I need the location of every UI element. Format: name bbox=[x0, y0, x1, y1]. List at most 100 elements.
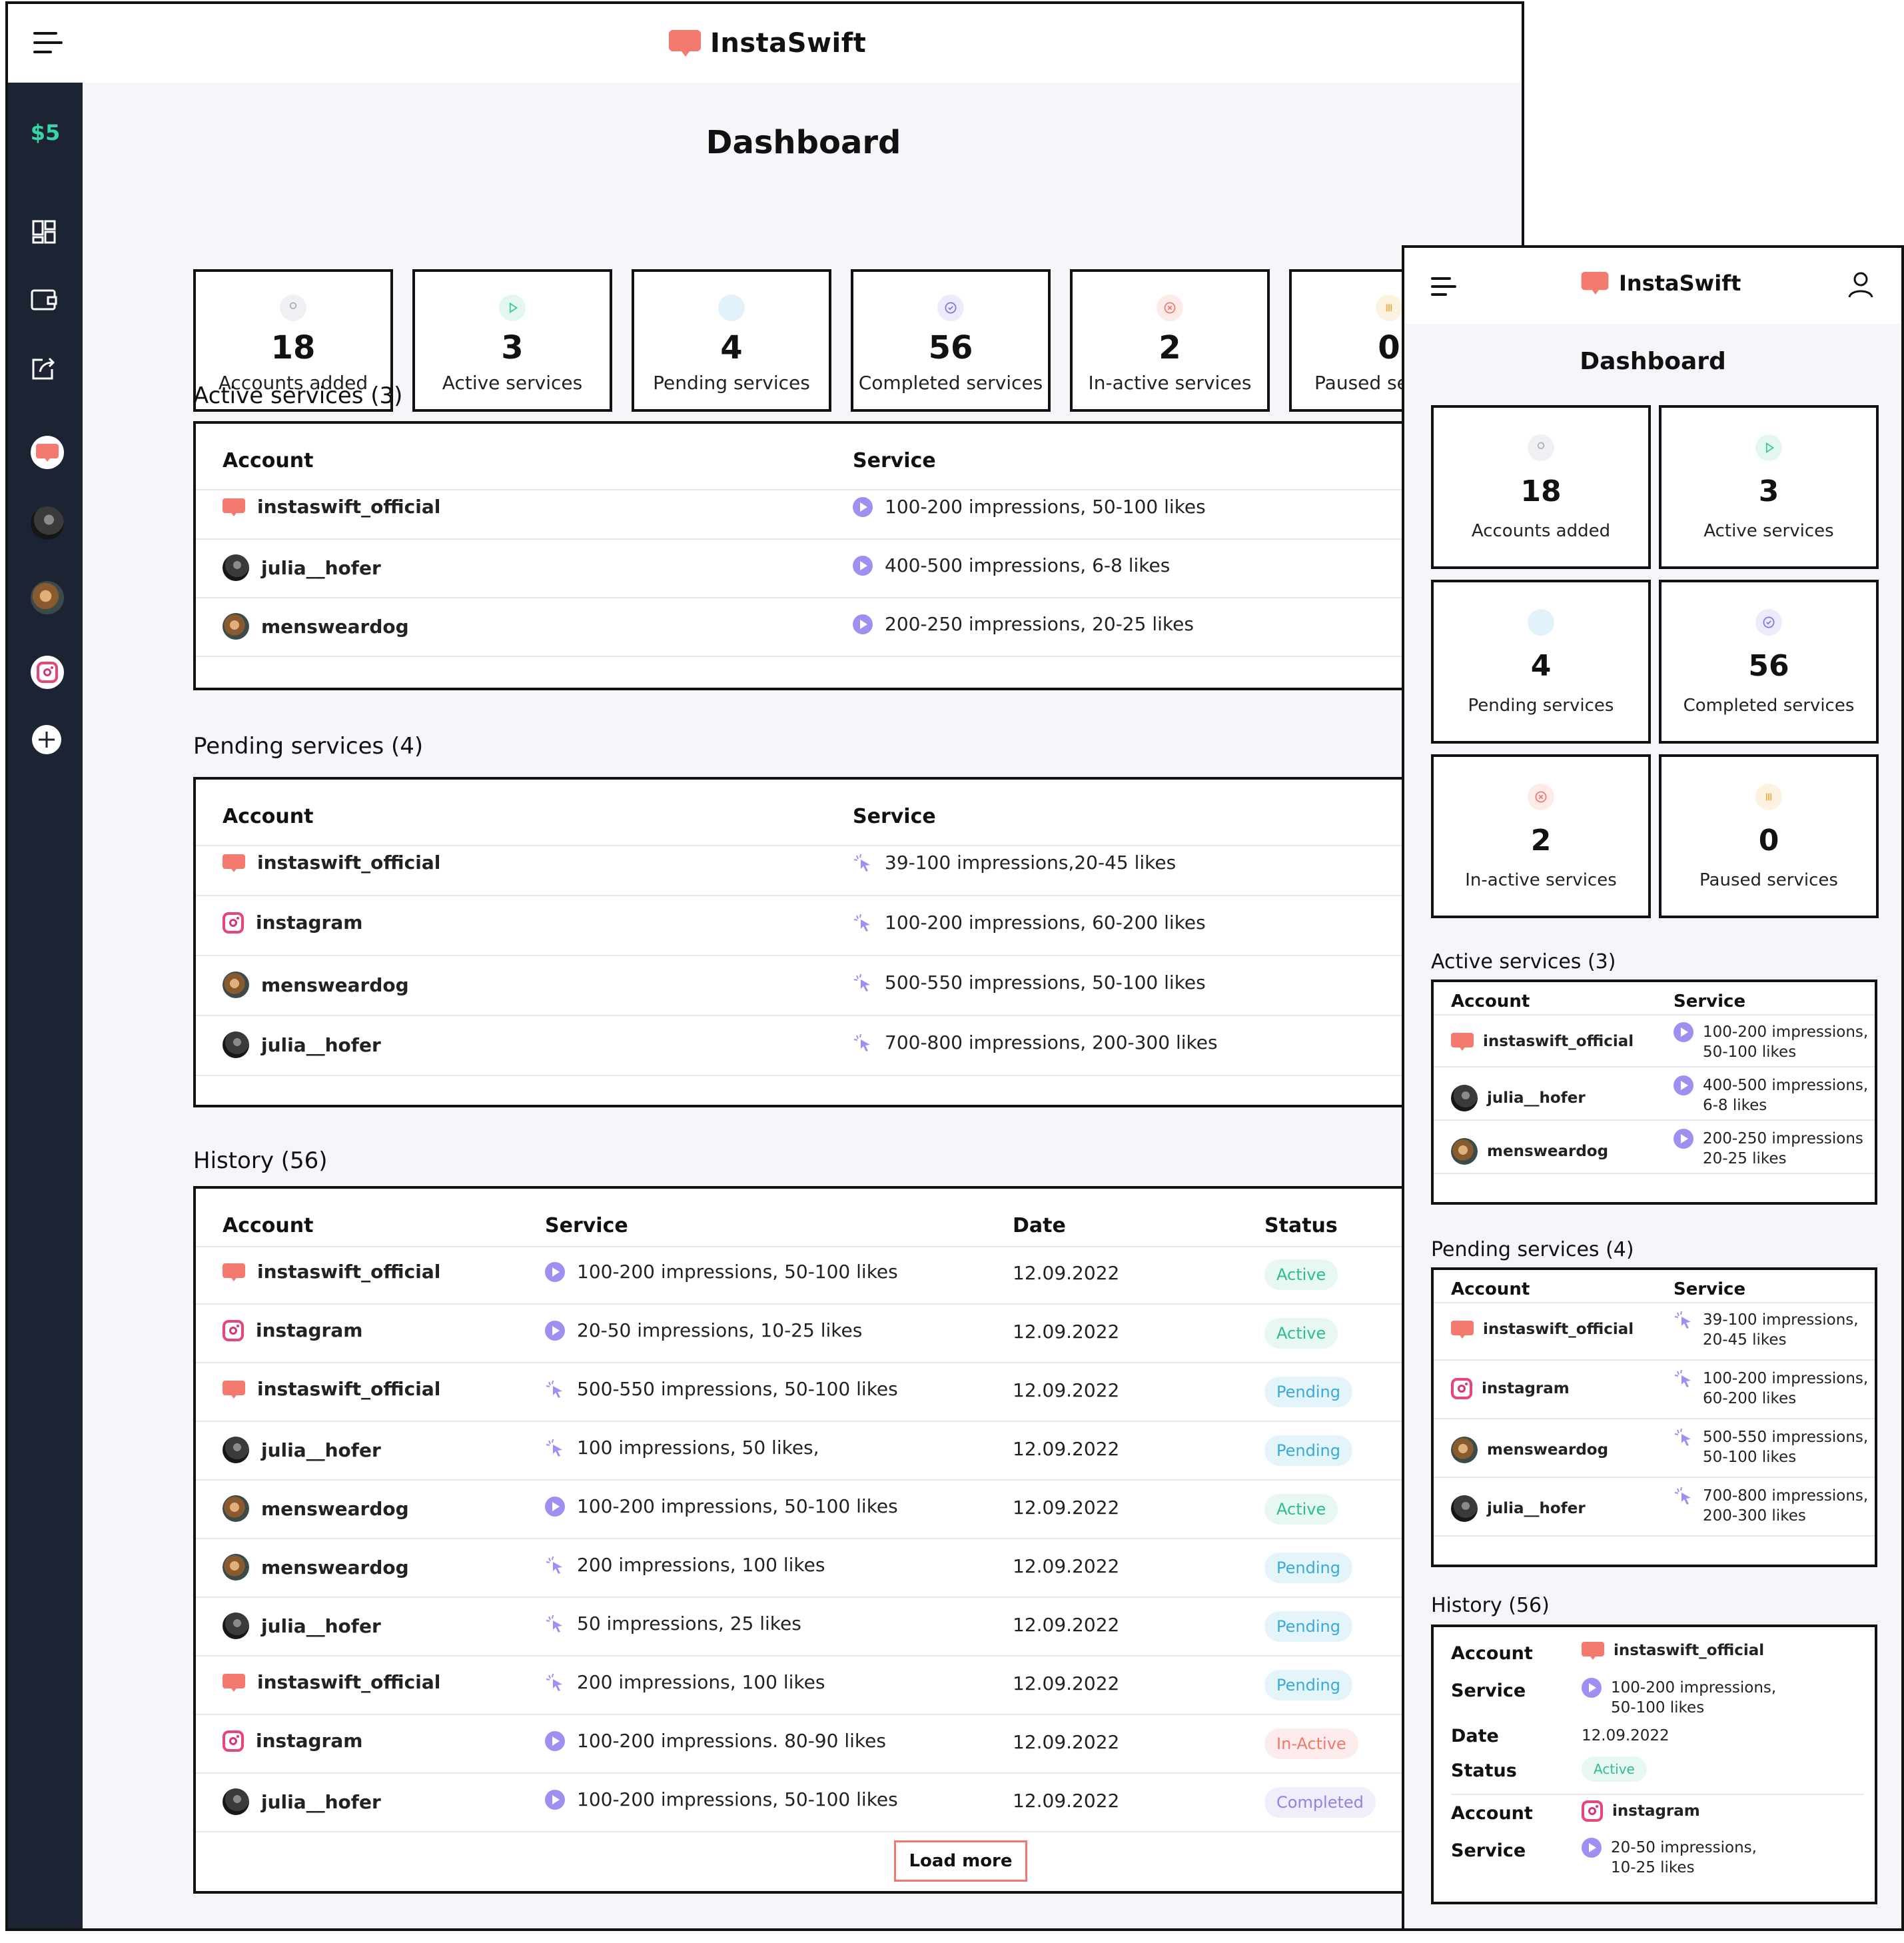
account-cell[interactable]: mensweardog bbox=[1451, 1138, 1608, 1165]
status-badge: Active bbox=[1264, 1259, 1338, 1290]
account-avatar-mensweardog[interactable] bbox=[31, 581, 64, 614]
account-name: mensweardog bbox=[1487, 1441, 1609, 1459]
play-circle-icon bbox=[1673, 1022, 1693, 1042]
service-text: 100-200 impressions, 50-100 likes bbox=[577, 1261, 898, 1283]
stat-card-active-services[interactable]: 3 Active services bbox=[412, 269, 612, 412]
service-cell: 100-200 impressions, 60-200 likes bbox=[853, 912, 1206, 934]
status-badge: Pending bbox=[1264, 1435, 1352, 1466]
account-avatar-julia[interactable] bbox=[31, 506, 64, 540]
service-text: 100-200 impressions, 50-100 likes bbox=[1703, 1023, 1869, 1061]
account-value[interactable]: instaswift_official bbox=[1582, 1640, 1764, 1660]
account-cell[interactable]: instagram bbox=[1451, 1378, 1570, 1399]
stat-label: Paused services bbox=[1699, 870, 1838, 890]
account-cell[interactable]: instaswift_official bbox=[1451, 1031, 1634, 1051]
hamburger-menu-icon[interactable] bbox=[1431, 277, 1456, 297]
logo-bubble-icon bbox=[669, 30, 701, 57]
account-avatar-instagram[interactable] bbox=[31, 656, 64, 689]
col-header-account: Account bbox=[223, 449, 314, 472]
stat-card-in-active-services[interactable]: 2 In-active services bbox=[1431, 754, 1651, 918]
stat-card-completed-services[interactable]: 56 Completed services bbox=[1659, 580, 1879, 744]
service-text: 100-200 impressions. 80-90 likes bbox=[577, 1730, 886, 1752]
stat-card-pending-services[interactable]: 4 Pending services bbox=[632, 269, 831, 412]
add-account-icon[interactable] bbox=[31, 724, 63, 756]
play-circle-icon bbox=[545, 1730, 565, 1751]
stat-label: Active services bbox=[1703, 521, 1834, 541]
account-cell[interactable]: mensweardog bbox=[223, 972, 409, 998]
service-cell: 50 impressions, 25 likes bbox=[545, 1613, 801, 1634]
account-cell[interactable]: mensweardog bbox=[223, 1554, 409, 1581]
app-logo[interactable]: InstaSwift bbox=[669, 25, 866, 61]
row-divider bbox=[196, 1421, 1402, 1422]
stat-card-in-active-services[interactable]: 2 In-active services bbox=[1070, 269, 1270, 412]
account-name: instaswift_official bbox=[257, 1378, 441, 1400]
field-label: Date bbox=[1451, 1726, 1499, 1746]
account-cell[interactable]: julia__hofer bbox=[223, 1031, 381, 1058]
service-cell: 100-200 impressions, 50-100 likes bbox=[545, 1495, 898, 1517]
service-text: 20-50 impressions, 10-25 likes bbox=[1611, 1839, 1757, 1876]
avatar bbox=[1451, 1085, 1478, 1111]
row-divider bbox=[1434, 1173, 1875, 1174]
account-name: instaswift_official bbox=[257, 1671, 441, 1693]
date-cell: 12.09.2022 bbox=[1013, 1790, 1120, 1812]
service-cell: 400-500 impressions, 6-8 likes bbox=[853, 554, 1170, 576]
user-profile-icon[interactable] bbox=[1847, 271, 1875, 299]
account-value[interactable]: instagram bbox=[1582, 1800, 1700, 1822]
active-services-title: Active services (3) bbox=[193, 382, 403, 409]
load-more-button[interactable]: Load more bbox=[894, 1840, 1027, 1882]
date-cell: 12.09.2022 bbox=[1013, 1614, 1120, 1636]
account-name: julia__hofer bbox=[1487, 1500, 1586, 1517]
account-cell[interactable]: instagram bbox=[223, 1319, 362, 1341]
account-avatar-instaswift[interactable] bbox=[31, 436, 64, 469]
account-cell[interactable]: instaswift_official bbox=[223, 496, 440, 518]
service-text: 500-550 impressions, 50-100 likes bbox=[577, 1378, 898, 1400]
service-cell: 500-550 impressions, 50-100 likes bbox=[545, 1378, 898, 1400]
account-cell[interactable]: mensweardog bbox=[223, 613, 409, 640]
stat-card-completed-services[interactable]: 56 Completed services bbox=[851, 269, 1051, 412]
account-cell[interactable]: instaswift_official bbox=[223, 1671, 440, 1693]
account-name: mensweardog bbox=[261, 615, 409, 638]
cancel-circle-icon bbox=[1157, 295, 1183, 321]
service-text: 39-100 impressions,20-45 likes bbox=[885, 852, 1177, 874]
stat-label: Active services bbox=[442, 372, 583, 394]
service-cell: 200 impressions, 100 likes bbox=[545, 1671, 825, 1693]
share-icon bbox=[718, 295, 745, 321]
desktop-view: InstaSwift $5 Dashboard 18 Accounts adde… bbox=[5, 1, 1524, 1931]
balance-amount[interactable]: $5 bbox=[8, 120, 83, 145]
account-cell[interactable]: julia__hofer bbox=[223, 1437, 381, 1463]
instaswift-logo-icon bbox=[1582, 1640, 1604, 1660]
service-cell: 200-250 impressions 20-25 likes bbox=[1673, 1129, 1863, 1169]
status-badge: Pending bbox=[1264, 1377, 1352, 1407]
account-cell[interactable]: julia__hofer bbox=[223, 1788, 381, 1815]
account-cell[interactable]: instaswift_official bbox=[223, 1378, 440, 1400]
account-cell[interactable]: julia__hofer bbox=[1451, 1085, 1586, 1111]
service-cell: 700-800 impressions, 200-300 likes bbox=[1673, 1486, 1868, 1526]
hamburger-menu-icon[interactable] bbox=[33, 32, 63, 56]
instagram-icon bbox=[223, 1730, 244, 1752]
account-cell[interactable]: mensweardog bbox=[1451, 1437, 1608, 1463]
stat-label: Completed services bbox=[1683, 696, 1855, 716]
service-text: 200-250 impressions, 20-25 likes bbox=[885, 613, 1194, 635]
account-cell[interactable]: instaswift_official bbox=[1451, 1319, 1634, 1339]
share-out-icon[interactable] bbox=[28, 352, 60, 384]
account-cell[interactable]: instagram bbox=[223, 1730, 362, 1752]
avatar bbox=[223, 554, 249, 581]
app-logo[interactable]: InstaSwift bbox=[1579, 268, 1741, 299]
stat-value: 56 bbox=[1748, 649, 1789, 683]
account-cell[interactable]: mensweardog bbox=[223, 1495, 409, 1522]
wallet-icon[interactable] bbox=[28, 284, 60, 316]
account-cell[interactable]: julia__hofer bbox=[1451, 1495, 1586, 1522]
stat-card-active-services[interactable]: 3 Active services bbox=[1659, 405, 1879, 569]
account-cell[interactable]: instaswift_official bbox=[223, 1261, 440, 1283]
account-cell[interactable]: instaswift_official bbox=[223, 852, 440, 874]
account-cell[interactable]: julia__hofer bbox=[223, 1613, 381, 1639]
page-title: Dashboard bbox=[1580, 348, 1726, 375]
stat-card-pending-services[interactable]: 4 Pending services bbox=[1431, 580, 1651, 744]
stat-card-accounts-added[interactable]: 18 Accounts added bbox=[1431, 405, 1651, 569]
dashboard-icon[interactable] bbox=[28, 216, 60, 248]
row-divider bbox=[196, 538, 1402, 540]
field-label: Service bbox=[1451, 1680, 1526, 1701]
account-cell[interactable]: instagram bbox=[223, 912, 362, 934]
account-cell[interactable]: julia__hofer bbox=[223, 554, 381, 581]
stat-value: 3 bbox=[501, 329, 524, 366]
stat-card-paused-services[interactable]: 0 Paused services bbox=[1659, 754, 1879, 918]
